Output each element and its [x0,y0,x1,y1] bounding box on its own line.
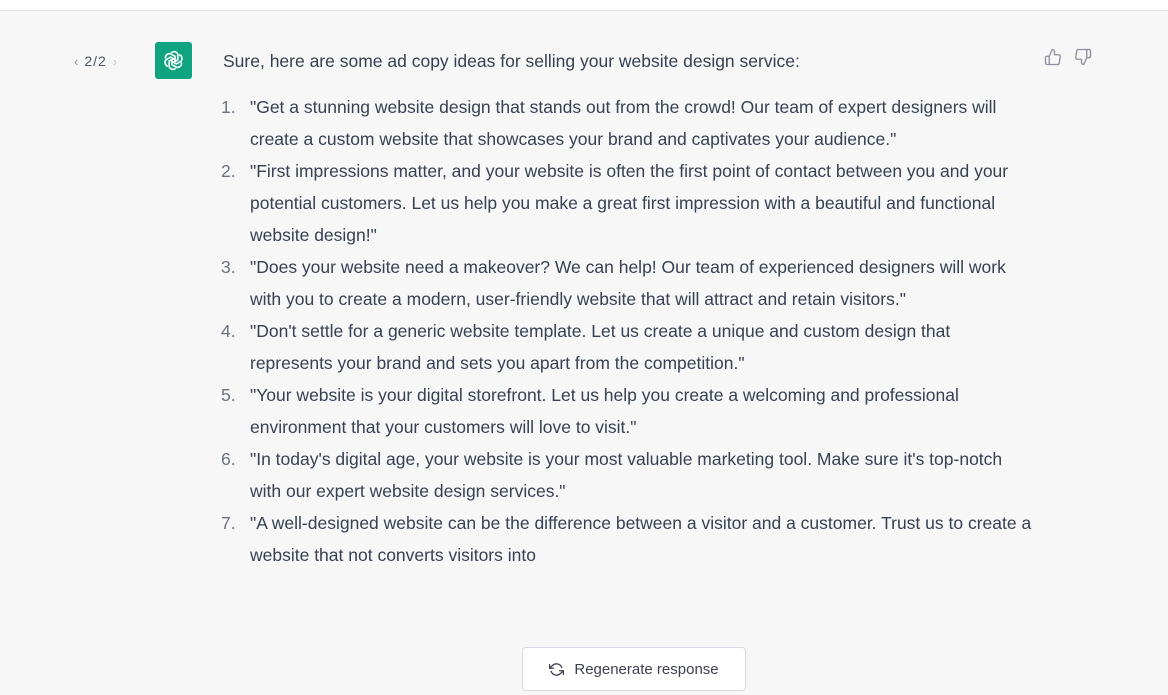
list-item: 5. "Your website is your digital storefro… [221,379,1033,443]
thumbs-down-button[interactable] [1072,46,1094,68]
list-item: 7. "A well-designed website can be the di… [221,507,1033,571]
thumbs-up-icon [1044,48,1061,66]
list-item-text: "Get a stunning website design that stan… [250,97,997,149]
ad-copy-list: 1. "Get a stunning website design that st… [221,91,1033,571]
list-item: 2. "First impressions matter, and your we… [221,155,1033,251]
thumbs-up-button[interactable] [1042,46,1064,68]
assistant-message: Sure, here are some ad copy ideas for se… [221,45,1033,571]
list-item-text: "First impressions matter, and your webs… [250,161,1009,245]
list-item-text: "Don't settle for a generic website temp… [250,321,951,373]
regenerate-response-button[interactable]: Regenerate response [522,647,746,691]
response-pager: ‹ 2/2 › [74,50,117,72]
openai-logo-icon [164,50,183,71]
list-item: 1. "Get a stunning website design that st… [221,91,1033,155]
list-item-text: "Does your website need a makeover? We c… [250,257,1006,309]
list-number: 2. [221,161,236,181]
response-counter: 2/2 [84,53,107,69]
regenerate-label: Regenerate response [574,660,719,678]
list-item-text: "Your website is your digital storefront… [250,385,959,437]
list-number: 6. [221,449,236,469]
list-item-text: "In today's digital age, your website is… [250,449,1003,501]
next-response-button[interactable]: › [113,54,117,69]
feedback-buttons [1042,46,1094,68]
list-number: 3. [221,257,236,277]
list-number: 5. [221,385,236,405]
previous-response-button[interactable]: ‹ [74,54,78,69]
list-number: 1. [221,97,236,117]
list-item: 3. "Does your website need a makeover? We… [221,251,1033,315]
list-number: 4. [221,321,236,341]
list-item: 6. "In today's digital age, your website … [221,443,1033,507]
message-intro: Sure, here are some ad copy ideas for se… [223,51,800,71]
list-number: 7. [221,513,236,533]
list-item: 4. "Don't settle for a generic website te… [221,315,1033,379]
top-divider [0,0,1168,11]
list-item-text: "A well-designed website can be the diff… [250,513,1032,565]
assistant-avatar [155,42,192,79]
refresh-icon [549,662,565,676]
thumbs-down-icon [1075,48,1092,66]
